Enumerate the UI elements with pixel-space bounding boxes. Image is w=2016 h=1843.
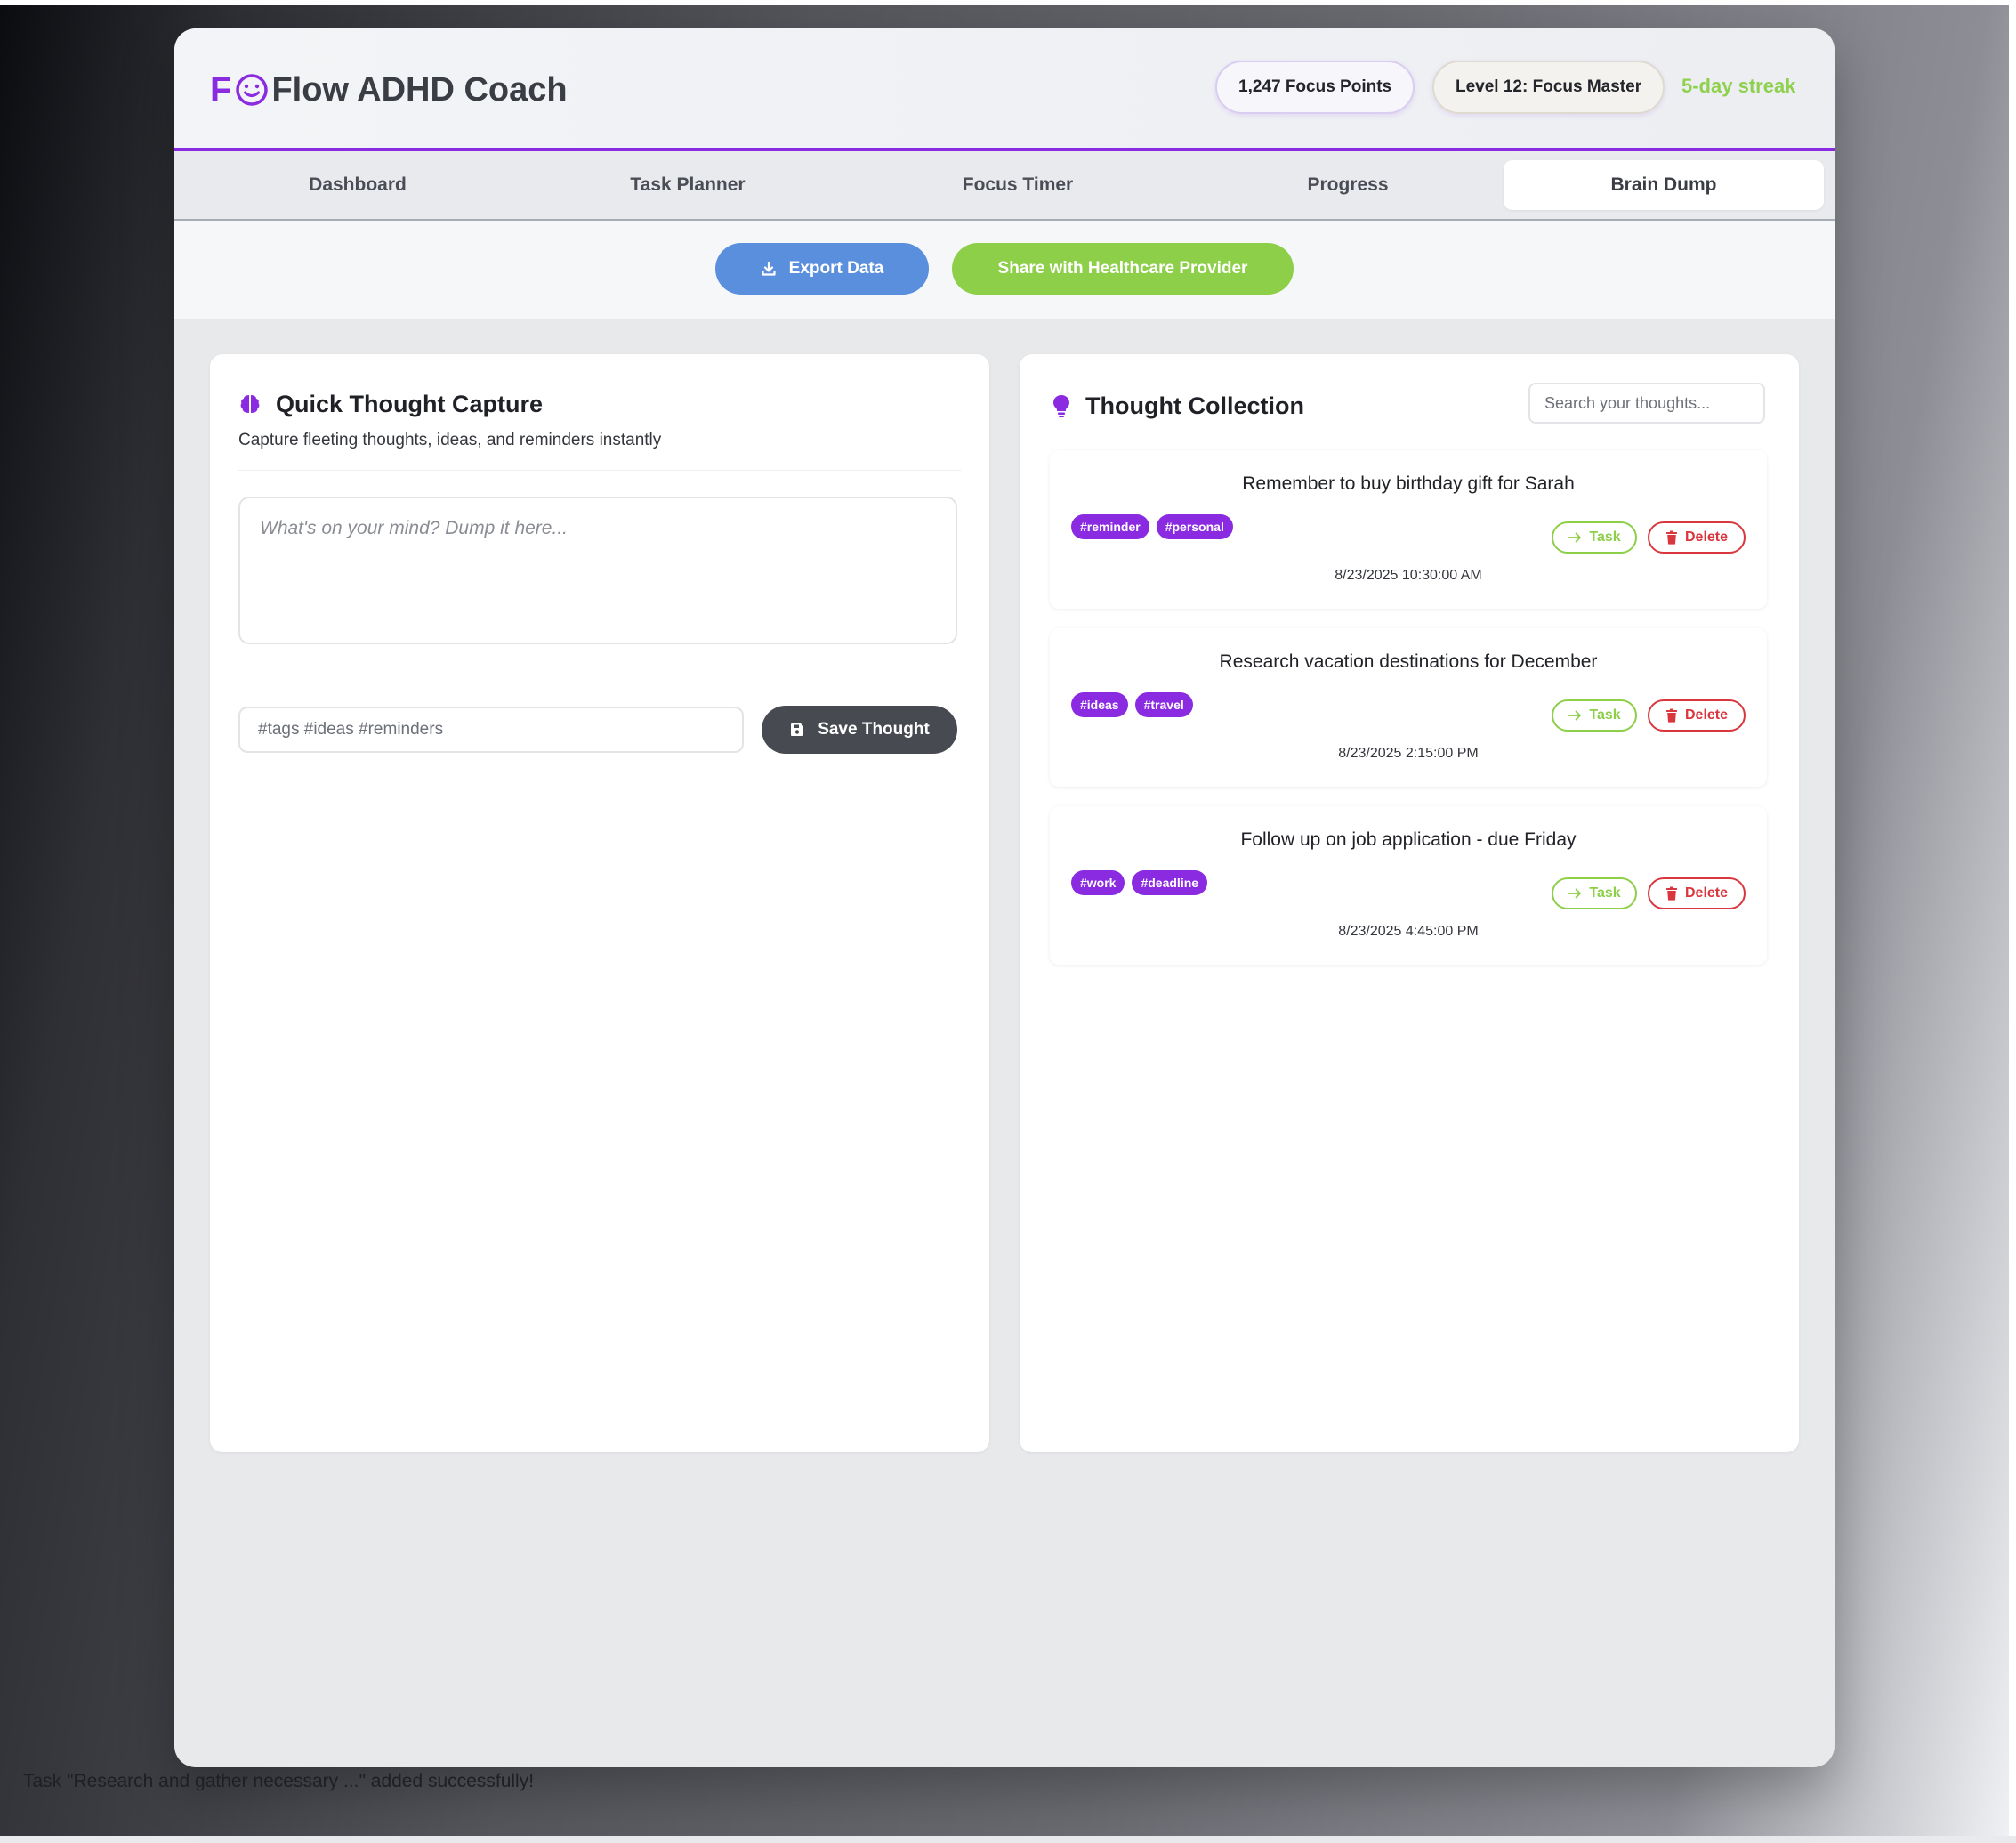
- tab-task-planner[interactable]: Task Planner: [528, 160, 848, 210]
- task-button-label: Task: [1589, 707, 1621, 723]
- tag-badge[interactable]: #ideas: [1071, 692, 1128, 717]
- export-data-label: Export Data: [788, 259, 884, 278]
- screen-frame-bottom: [0, 1836, 2016, 1843]
- thought-textarea[interactable]: [238, 497, 957, 644]
- arrow-right-icon: [1568, 888, 1582, 899]
- tag-badge[interactable]: #deadline: [1132, 870, 1208, 895]
- tag-badge[interactable]: #personal: [1156, 514, 1233, 539]
- share-healthcare-label: Share with Healthcare Provider: [997, 259, 1248, 278]
- level-badge: Level 12: Focus Master: [1432, 61, 1665, 114]
- trash-icon: [1665, 886, 1677, 901]
- thought-text: Follow up on job application - due Frida…: [1240, 829, 1577, 850]
- capture-divider: [238, 470, 961, 471]
- focus-points-badge: 1,247 Focus Points: [1215, 61, 1415, 114]
- delete-button-label: Delete: [1684, 885, 1729, 901]
- convert-to-task-button[interactable]: Task: [1552, 877, 1637, 909]
- delete-thought-button[interactable]: Delete: [1648, 521, 1746, 554]
- app-logo[interactable]: F Flow ADHD Coach: [210, 68, 568, 112]
- trash-icon: [1665, 530, 1677, 545]
- delete-thought-button[interactable]: Delete: [1648, 699, 1746, 732]
- tag-badge[interactable]: #work: [1071, 870, 1125, 895]
- smiley-icon: [236, 74, 269, 106]
- app-window: F Flow ADHD Coach 1,247 Focus Points Lev…: [174, 28, 1835, 1767]
- app-title: Flow ADHD Coach: [271, 70, 568, 109]
- thought-tags: #work #deadline: [1071, 870, 1208, 895]
- streak-badge: 5-day streak: [1681, 75, 1796, 97]
- tab-focus-timer[interactable]: Focus Timer: [858, 160, 1178, 210]
- brain-icon: [240, 395, 260, 413]
- collection-heading: Thought Collection: [1052, 388, 1304, 424]
- lightbulb-icon: [1053, 395, 1069, 417]
- capture-heading: Quick Thought Capture: [238, 386, 543, 422]
- thought-tags: #reminder #personal: [1071, 514, 1233, 539]
- floppy-disk-icon: [791, 723, 804, 736]
- thought-item: Research vacation destinations for Decem…: [1050, 628, 1767, 787]
- tag-badge[interactable]: #reminder: [1071, 514, 1149, 539]
- thought-tags: #ideas #travel: [1071, 692, 1193, 717]
- thought-collection-panel: Thought Collection Remember to buy birth…: [1020, 354, 1799, 1452]
- thought-item: Remember to buy birthday gift for Sarah …: [1050, 450, 1767, 609]
- share-healthcare-button[interactable]: Share with Healthcare Provider: [952, 243, 1294, 295]
- export-data-button[interactable]: Export Data: [715, 243, 929, 295]
- save-thought-button[interactable]: Save Thought: [762, 706, 957, 754]
- download-icon: [762, 261, 776, 276]
- tag-badge[interactable]: #travel: [1134, 692, 1193, 717]
- tags-input[interactable]: [238, 707, 744, 753]
- main-nav: Dashboard Task Planner Focus Timer Progr…: [174, 151, 1835, 221]
- thought-timestamp: 8/23/2025 10:30:00 AM: [1335, 568, 1482, 583]
- thought-timestamp: 8/23/2025 4:45:00 PM: [1338, 924, 1479, 939]
- quick-thought-capture-panel: Quick Thought Capture Capture fleeting t…: [210, 354, 989, 1452]
- tab-dashboard[interactable]: Dashboard: [198, 160, 518, 210]
- capture-title: Quick Thought Capture: [276, 390, 543, 417]
- tab-progress[interactable]: Progress: [1188, 160, 1508, 210]
- save-thought-label: Save Thought: [818, 720, 930, 739]
- task-button-label: Task: [1589, 529, 1621, 545]
- arrow-right-icon: [1568, 532, 1582, 543]
- delete-thought-button[interactable]: Delete: [1648, 877, 1746, 909]
- search-thoughts-input[interactable]: [1528, 383, 1765, 424]
- thought-text: Research vacation destinations for Decem…: [1219, 651, 1598, 672]
- collection-title: Thought Collection: [1085, 392, 1304, 419]
- app-header: F Flow ADHD Coach 1,247 Focus Points Lev…: [174, 28, 1835, 151]
- convert-to-task-button[interactable]: Task: [1552, 521, 1637, 554]
- screen-frame-right: [2009, 0, 2016, 1843]
- trash-icon: [1665, 708, 1677, 723]
- capture-subtitle: Capture fleeting thoughts, ideas, and re…: [238, 431, 662, 449]
- arrow-right-icon: [1568, 710, 1582, 721]
- tab-brain-dump[interactable]: Brain Dump: [1504, 160, 1824, 210]
- task-button-label: Task: [1589, 885, 1621, 901]
- thought-item: Follow up on job application - due Frida…: [1050, 806, 1767, 965]
- logo-letter: F: [210, 69, 232, 109]
- thought-text: Remember to buy birthday gift for Sarah: [1242, 473, 1575, 494]
- convert-to-task-button[interactable]: Task: [1552, 699, 1637, 732]
- delete-button-label: Delete: [1684, 529, 1729, 545]
- screen-frame-top: [0, 0, 2016, 5]
- delete-button-label: Delete: [1684, 707, 1729, 723]
- thought-timestamp: 8/23/2025 2:15:00 PM: [1338, 746, 1479, 761]
- toast-message: Task "Research and gather necessary ..."…: [23, 1771, 535, 1791]
